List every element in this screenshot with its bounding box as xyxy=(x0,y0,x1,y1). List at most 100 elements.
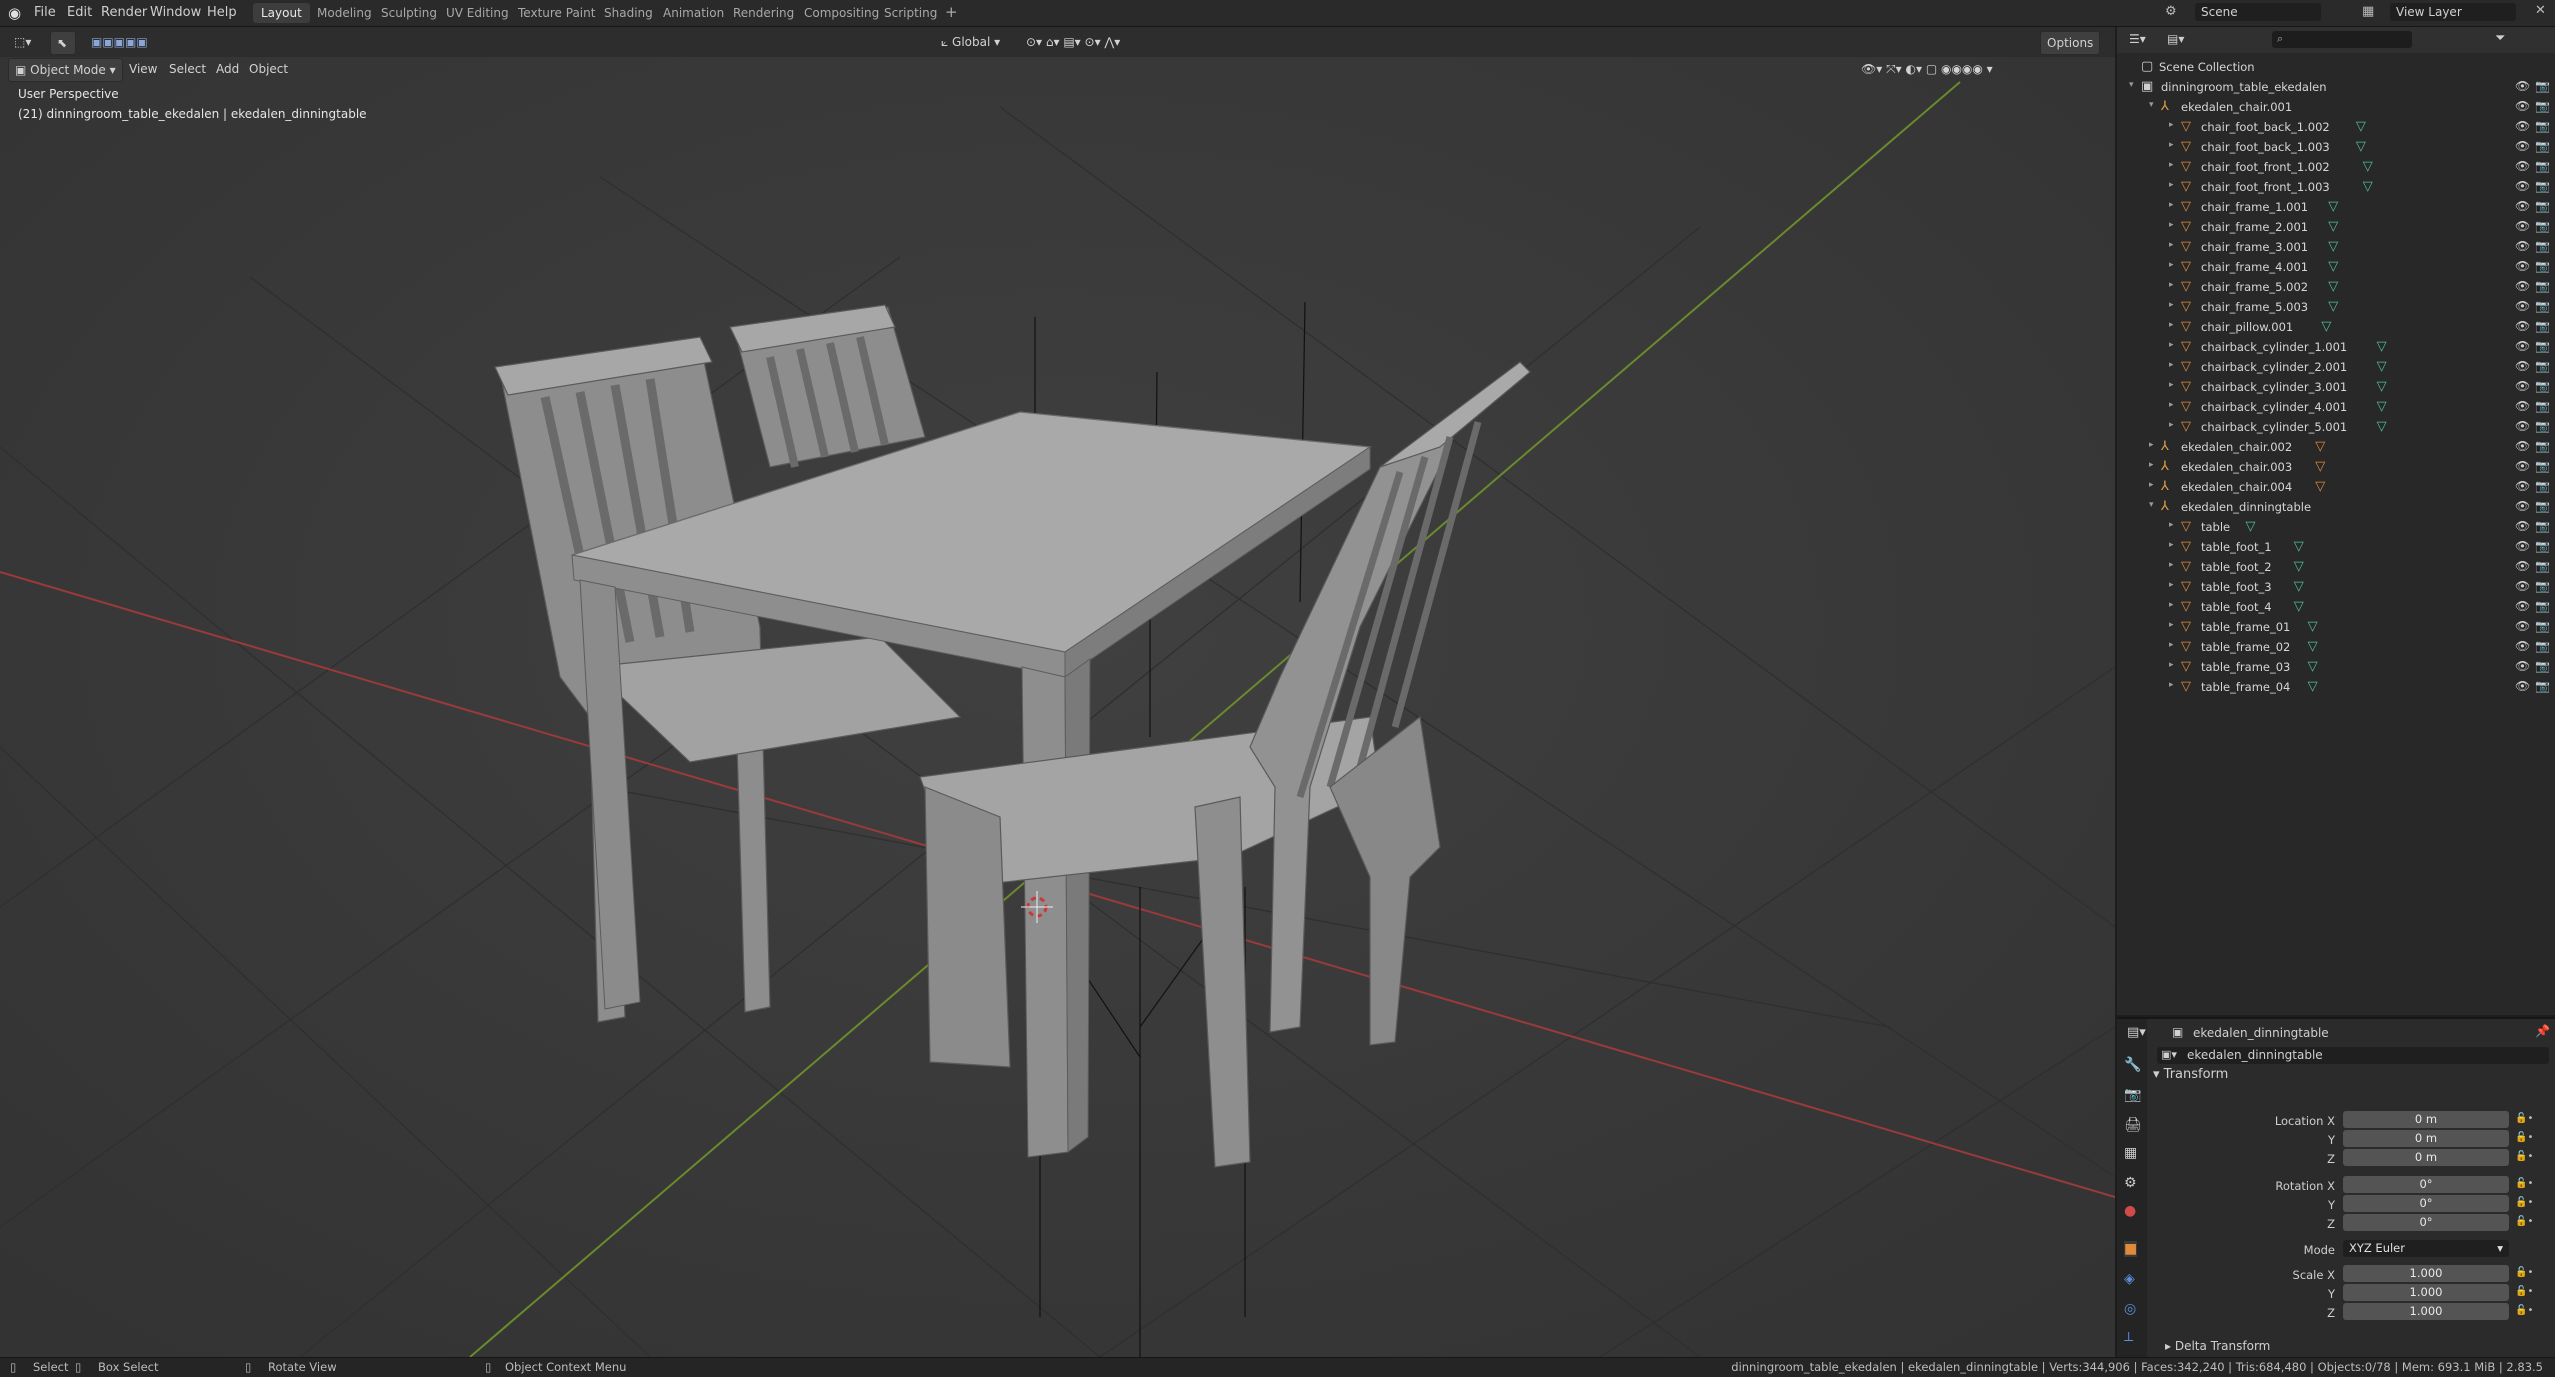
visibility-eye-icon[interactable]: 👁 xyxy=(2515,399,2530,413)
expand-right-icon[interactable]: ▸ xyxy=(2169,540,2174,550)
mesh-data-icon[interactable]: ▽ xyxy=(2328,199,2338,214)
outliner-row[interactable]: ▸ ▽ chair_frame_3.001 ▽ 👁 📷 xyxy=(2117,237,2555,257)
mesh-data-icon[interactable]: ▽ xyxy=(2294,579,2304,594)
expand-right-icon[interactable]: ▸ xyxy=(2169,640,2174,650)
outliner-row[interactable]: ▸ ▽ table_frame_03 ▽ 👁 📷 xyxy=(2117,657,2555,677)
outliner-row[interactable]: ▸ ▽ chair_pillow.001 ▽ 👁 📷 xyxy=(2117,317,2555,337)
expand-down-icon[interactable]: ▾ xyxy=(2149,500,2154,510)
outliner-row[interactable]: ▸ ⅄ ekedalen_chair.002 ▽ 👁 📷 xyxy=(2117,437,2555,457)
visibility-eye-icon[interactable]: 👁 xyxy=(2515,639,2530,653)
visibility-eye-icon[interactable]: 👁 xyxy=(2515,379,2530,393)
blender-logo-icon[interactable]: ◉ xyxy=(8,4,21,22)
delta-transform-panel-header[interactable]: ▸ Delta Transform xyxy=(2165,1339,2270,1353)
transform-orientation-select[interactable]: ⟀ Global ▾ xyxy=(935,31,1006,53)
mesh-data-icon[interactable]: ▽ xyxy=(2363,179,2373,194)
pivot-snap-tools[interactable]: ⊙▾ ⌂▾ ▤▾ ⊙▾ ⋀▾ xyxy=(1020,31,1126,53)
outliner-row[interactable]: ▸ ▽ table_frame_02 ▽ 👁 📷 xyxy=(2117,637,2555,657)
pin-icon[interactable]: 📌 xyxy=(2535,1024,2550,1038)
render-tab-icon[interactable]: 📷 xyxy=(2124,1087,2141,1103)
expand-right-icon[interactable]: ▸ xyxy=(2169,660,2174,670)
render-camera-icon[interactable]: 📷 xyxy=(2535,439,2550,453)
expand-right-icon[interactable]: ▸ xyxy=(2169,260,2174,270)
expand-right-icon[interactable]: ▸ xyxy=(2169,340,2174,350)
visibility-eye-icon[interactable]: 👁 xyxy=(2515,479,2530,493)
outliner-row[interactable]: ▸ ▽ chair_frame_4.001 ▽ 👁 📷 xyxy=(2117,257,2555,277)
tab-rendering[interactable]: Rendering xyxy=(725,3,802,23)
expand-right-icon[interactable]: ▸ xyxy=(2169,400,2174,410)
constraints-tab-icon[interactable]: ⟂ xyxy=(2124,1329,2133,1345)
outliner-row[interactable]: ▸ ▽ chair_frame_5.002 ▽ 👁 📷 xyxy=(2117,277,2555,297)
menu-edit[interactable]: Edit xyxy=(67,5,92,20)
lock-icon[interactable]: 🔓• xyxy=(2515,1267,2533,1278)
options-button[interactable]: Options xyxy=(2040,31,2101,55)
lock-icon[interactable]: 🔓• xyxy=(2515,1132,2533,1143)
visibility-eye-icon[interactable]: 👁 xyxy=(2515,659,2530,673)
outliner-row[interactable]: ▸ ▽ table_foot_2 ▽ 👁 📷 xyxy=(2117,557,2555,577)
expand-right-icon[interactable]: ▸ xyxy=(2169,140,2174,150)
add-workspace-icon[interactable]: + xyxy=(945,3,958,21)
visibility-eye-icon[interactable]: 👁 xyxy=(2515,279,2530,293)
outliner-row[interactable]: ▸ ▽ chair_foot_back_1.002 ▽ 👁 📷 xyxy=(2117,117,2555,137)
render-camera-icon[interactable]: 📷 xyxy=(2535,79,2550,93)
location-z-field[interactable]: 0 m xyxy=(2343,1149,2509,1166)
visibility-eye-icon[interactable]: 👁 xyxy=(2515,519,2530,533)
render-camera-icon[interactable]: 📷 xyxy=(2535,99,2550,113)
render-camera-icon[interactable]: 📷 xyxy=(2535,199,2550,213)
visibility-eye-icon[interactable]: 👁 xyxy=(2515,159,2530,173)
mesh-data-icon[interactable]: ▽ xyxy=(2294,559,2304,574)
outliner-row[interactable]: ▸ ▽ table ▽ 👁 📷 xyxy=(2117,517,2555,537)
render-camera-icon[interactable]: 📷 xyxy=(2535,159,2550,173)
mesh-data-icon[interactable]: ▽ xyxy=(2377,399,2387,414)
expand-right-icon[interactable]: ▸ xyxy=(2169,620,2174,630)
expand-right-icon[interactable]: ▸ xyxy=(2169,120,2174,130)
expand-right-icon[interactable]: ▸ xyxy=(2169,680,2174,690)
scene-tab-icon[interactable]: ⚙ xyxy=(2124,1175,2137,1191)
scale-x-field[interactable]: 1.000 xyxy=(2343,1265,2509,1282)
tool-tab-icon[interactable]: 🔧 xyxy=(2124,1057,2141,1073)
expand-right-icon[interactable]: ▸ xyxy=(2169,380,2174,390)
menu-select[interactable]: Select xyxy=(163,58,212,80)
tab-sculpting[interactable]: Sculpting xyxy=(373,3,445,23)
expand-right-icon[interactable]: ▸ xyxy=(2149,460,2154,470)
visibility-eye-icon[interactable]: 👁 xyxy=(2515,439,2530,453)
physics-tab-icon[interactable]: ◎ xyxy=(2124,1301,2136,1317)
close-icon[interactable]: ✕ xyxy=(2535,3,2546,18)
menu-help[interactable]: Help xyxy=(207,5,237,20)
outliner-row[interactable]: ▸ ⅄ ekedalen_chair.003 ▽ 👁 📷 xyxy=(2117,457,2555,477)
select-tool-button[interactable]: ⬉ xyxy=(50,31,76,55)
outliner-row[interactable]: ▸ ▽ chair_frame_5.003 ▽ 👁 📷 xyxy=(2117,297,2555,317)
lock-icon[interactable]: 🔓• xyxy=(2515,1305,2533,1316)
expand-down-icon[interactable]: ▾ xyxy=(2149,100,2154,110)
lock-icon[interactable]: 🔓• xyxy=(2515,1286,2533,1297)
visibility-eye-icon[interactable]: 👁 xyxy=(2515,119,2530,133)
output-tab-icon[interactable]: 🖨 xyxy=(2124,1117,2142,1133)
mode-select[interactable]: ▣ Object Mode ▾ xyxy=(8,58,123,82)
view-layer-field[interactable]: View Layer xyxy=(2390,3,2516,21)
visibility-eye-icon[interactable]: 👁 xyxy=(2515,359,2530,373)
scale-y-field[interactable]: 1.000 xyxy=(2343,1284,2509,1301)
expand-right-icon[interactable]: ▸ xyxy=(2169,280,2174,290)
mesh-data-icon[interactable]: ▽ xyxy=(2328,279,2338,294)
render-camera-icon[interactable]: 📷 xyxy=(2535,639,2550,653)
visibility-eye-icon[interactable]: 👁 xyxy=(2515,679,2530,693)
properties-editor-icon[interactable]: ▤▾ xyxy=(2127,1025,2146,1040)
render-camera-icon[interactable]: 📷 xyxy=(2535,459,2550,473)
expand-right-icon[interactable]: ▸ xyxy=(2149,440,2154,450)
rotation-x-field[interactable]: 0° xyxy=(2343,1176,2509,1193)
expand-right-icon[interactable]: ▸ xyxy=(2169,360,2174,370)
visibility-eye-icon[interactable]: 👁 xyxy=(2515,299,2530,313)
render-camera-icon[interactable]: 📷 xyxy=(2535,359,2550,373)
render-camera-icon[interactable]: 📷 xyxy=(2535,499,2550,513)
display-mode-icon[interactable]: ▤▾ xyxy=(2167,32,2184,46)
3d-viewport[interactable]: ⬚▾ ⬉ ▣▣▣▣▣ ⟀ Global ▾ ⊙▾ ⌂▾ ▤▾ ⊙▾ ⋀▾ Opt… xyxy=(0,27,2115,1357)
outliner-row[interactable]: ▸ ▽ table_foot_1 ▽ 👁 📷 xyxy=(2117,537,2555,557)
outliner-row[interactable]: ▸ ▽ chairback_cylinder_1.001 ▽ 👁 📷 xyxy=(2117,337,2555,357)
outliner-row[interactable]: ▸ ▽ table_frame_04 ▽ 👁 📷 xyxy=(2117,677,2555,697)
expand-right-icon[interactable]: ▸ xyxy=(2169,600,2174,610)
render-camera-icon[interactable]: 📷 xyxy=(2535,119,2550,133)
location-y-field[interactable]: 0 m xyxy=(2343,1130,2509,1147)
rotation-mode-select[interactable]: XYZ Euler ▾ xyxy=(2343,1240,2509,1257)
tab-shading[interactable]: Shading xyxy=(596,3,661,23)
outliner-row[interactable]: ▸ ▽ chair_frame_2.001 ▽ 👁 📷 xyxy=(2117,217,2555,237)
expand-right-icon[interactable]: ▸ xyxy=(2169,180,2174,190)
